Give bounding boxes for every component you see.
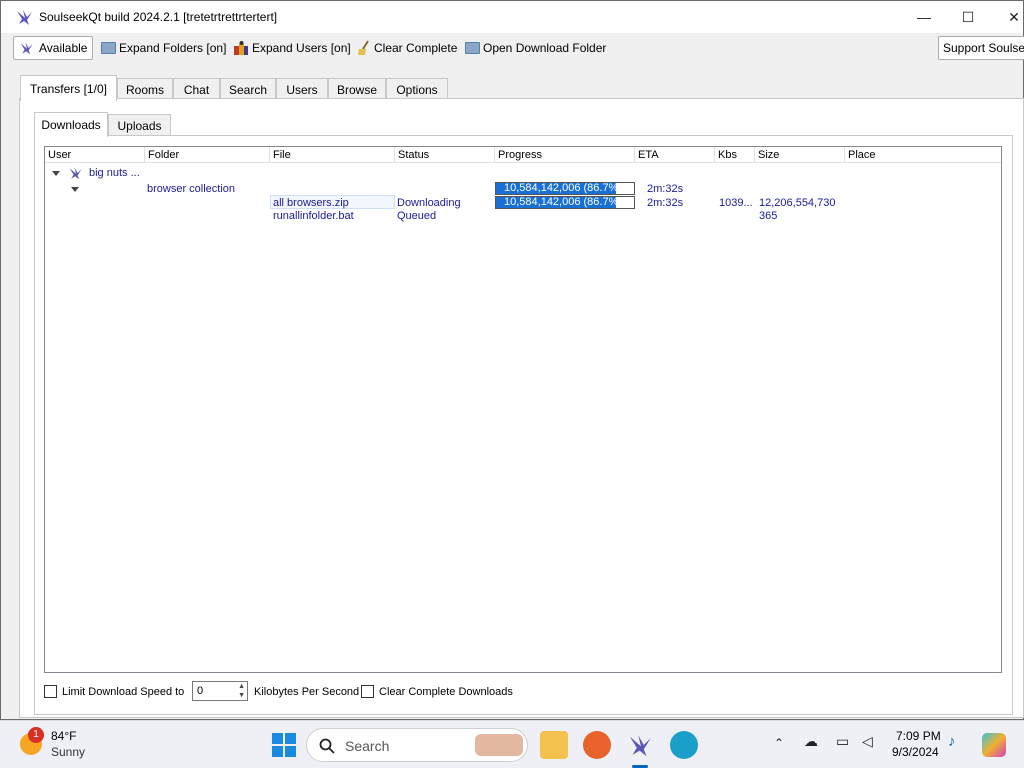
limit-speed-label: Limit Download Speed to	[62, 686, 185, 698]
tab-chat[interactable]: Chat	[173, 78, 220, 100]
folder-name[interactable]: browser collection	[147, 183, 235, 196]
close-button[interactable]: ✕	[991, 1, 1024, 33]
clear-complete-button[interactable]: Clear Complete	[353, 36, 461, 60]
column-file[interactable]: File	[270, 147, 395, 163]
column-user[interactable]: User	[45, 147, 145, 163]
tab-options[interactable]: Options	[386, 78, 448, 100]
minimize-button[interactable]: —	[901, 1, 947, 33]
list-header: User Folder File Status Progress ETA Kbs…	[45, 147, 1001, 163]
title-bar: SoulseekQt build 2024.2.1 [tretetrtrettr…	[1, 1, 1023, 33]
status-available-button[interactable]: Available	[13, 36, 93, 60]
file-status: Queued	[397, 210, 437, 222]
folder-progress-bar: 10,584,142,006 (86.7%)	[495, 182, 635, 195]
file-progress-bar: 10,584,142,006 (86.7%)	[495, 196, 635, 209]
start-windows-icon[interactable]	[272, 733, 296, 757]
file-eta: 2m:32s	[647, 197, 684, 209]
weather-badge: 1	[28, 727, 44, 743]
firefox-icon[interactable]	[583, 731, 611, 759]
broom-icon	[358, 40, 369, 55]
soulseek-taskbar-icon[interactable]	[627, 731, 655, 759]
speed-limit-value: 0	[197, 685, 204, 697]
support-soulseek-button[interactable]: Support Soulseek	[938, 36, 1024, 60]
tab-browse[interactable]: Browse	[328, 78, 386, 100]
column-progress[interactable]: Progress	[495, 147, 635, 163]
edge-icon[interactable]	[670, 731, 698, 759]
user-name[interactable]: big nuts ...	[89, 167, 140, 180]
speed-limit-stepper[interactable]: 0 ▲ ▼	[192, 681, 248, 701]
user-bird-icon	[69, 167, 82, 180]
soulseek-bird-icon	[17, 10, 32, 25]
clock-date[interactable]: 9/3/2024	[892, 746, 939, 759]
clear-complete-label: Clear Complete Downloads	[379, 686, 513, 698]
column-status[interactable]: Status	[395, 147, 495, 163]
column-folder[interactable]: Folder	[145, 147, 270, 163]
copilot-icon[interactable]	[982, 733, 1006, 757]
file-explorer-icon[interactable]	[540, 731, 568, 759]
open-download-folder-button[interactable]: Open Download Folder	[461, 36, 610, 60]
collapse-arrow-icon[interactable]	[71, 187, 79, 192]
search-icon	[319, 738, 335, 754]
folder-icon	[465, 42, 480, 54]
file-progress-text: 10,584,142,006 (86.7%)	[504, 196, 623, 208]
file-kbs: 1039...	[719, 197, 753, 209]
file-status: Downloading	[397, 197, 461, 209]
tab-search[interactable]: Search	[220, 78, 276, 100]
file-size: 12,206,554,730	[759, 197, 836, 209]
notification-bell-icon[interactable]: ♪	[948, 734, 956, 749]
file-name[interactable]: all browsers.zip	[273, 197, 349, 210]
users-icon	[234, 41, 248, 55]
tab-users[interactable]: Users	[276, 78, 328, 100]
search-highlight-image	[475, 734, 523, 756]
clear-complete-label: Clear Complete	[374, 41, 458, 55]
column-kbs[interactable]: Kbs	[715, 147, 755, 163]
chevron-up-icon[interactable]: ⌃	[774, 737, 784, 750]
network-icon[interactable]: ▭	[836, 734, 849, 748]
volume-icon[interactable]: ◁	[862, 734, 873, 748]
limit-speed-checkbox[interactable]	[44, 685, 57, 698]
app-window: SoulseekQt build 2024.2.1 [tretetrtrettr…	[0, 0, 1024, 720]
onedrive-icon[interactable]: ☁	[804, 734, 818, 748]
units-label: Kilobytes Per Second	[254, 686, 360, 698]
folder-progress-text: 10,584,142,006 (86.7%)	[504, 182, 623, 194]
expand-folders-label: Expand Folders [on]	[119, 41, 227, 55]
column-size[interactable]: Size	[755, 147, 845, 163]
weather-desc[interactable]: Sunny	[51, 746, 85, 759]
collapse-arrow-icon[interactable]	[52, 171, 60, 176]
clock-time[interactable]: 7:09 PM	[896, 730, 941, 743]
tab-transfers[interactable]: Transfers [1/0]	[20, 75, 117, 101]
taskbar-search[interactable]: Search	[306, 728, 528, 762]
taskbar: 1 84°F Sunny Search ⌃ ☁ ▭ ◁ 7:09 PM 9/3/…	[0, 720, 1024, 768]
soulseek-bird-icon	[20, 42, 33, 55]
file-name[interactable]: runallinfolder.bat	[273, 210, 354, 223]
file-size: 365	[759, 210, 778, 222]
column-eta[interactable]: ETA	[635, 147, 715, 163]
folder-eta: 2m:32s	[647, 183, 684, 195]
expand-users-label: Expand Users [on]	[252, 41, 351, 55]
weather-temp[interactable]: 84°F	[51, 730, 76, 743]
open-download-folder-label: Open Download Folder	[483, 41, 607, 55]
downloads-list[interactable]: User Folder File Status Progress ETA Kbs…	[44, 146, 1002, 673]
support-label: Support Soulseek	[943, 41, 1024, 55]
toolbar: Available Expand Folders [on] Expand Use…	[1, 33, 1024, 63]
tab-downloads[interactable]: Downloads	[34, 112, 108, 137]
clear-complete-checkbox[interactable]	[361, 685, 374, 698]
tab-rooms[interactable]: Rooms	[117, 78, 173, 100]
folder-icon	[101, 42, 116, 54]
spin-arrows-icon[interactable]: ▲ ▼	[238, 682, 245, 700]
expand-folders-button[interactable]: Expand Folders [on]	[97, 36, 230, 60]
column-place[interactable]: Place	[845, 147, 1001, 163]
search-placeholder: Search	[345, 738, 390, 754]
tab-uploads[interactable]: Uploads	[108, 114, 171, 136]
available-label: Available	[39, 41, 88, 55]
window-title: SoulseekQt build 2024.2.1 [tretetrtrettr…	[39, 10, 278, 24]
maximize-button[interactable]: ☐	[945, 1, 991, 33]
expand-users-button[interactable]: Expand Users [on]	[229, 36, 355, 60]
